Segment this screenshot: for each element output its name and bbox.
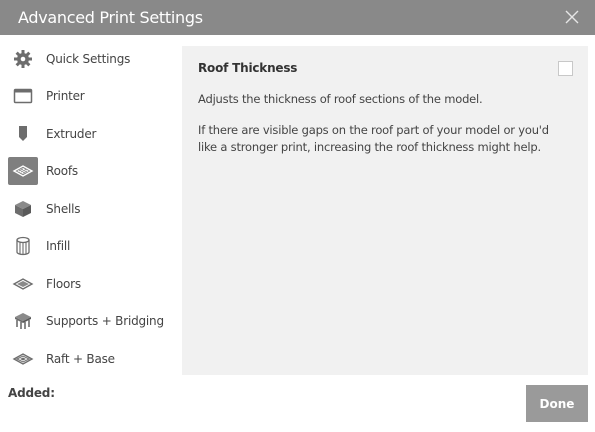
added-label: Added: — [8, 386, 55, 400]
sidebar-item-shells[interactable]: Shells — [0, 190, 182, 228]
sidebar-item-supports-bridging[interactable]: Supports + Bridging — [0, 303, 182, 341]
extruder-icon — [8, 120, 38, 148]
dialog-title: Advanced Print Settings — [18, 8, 203, 27]
sidebar-item-roofs[interactable]: Roofs — [0, 153, 182, 191]
sidebar-item-label: Extruder — [46, 126, 97, 141]
cube-icon — [8, 195, 38, 223]
sidebar-item-floors[interactable]: Floors — [0, 265, 182, 303]
advanced-print-settings-dialog: Advanced Print Settings Quick Settings P… — [0, 0, 595, 432]
close-icon[interactable] — [563, 8, 581, 26]
roof-layers-icon — [8, 157, 38, 186]
sidebar-item-label: Floors — [46, 276, 81, 291]
roof-thickness-checkbox[interactable] — [558, 61, 573, 76]
setting-detail-panel: Roof Thickness Adjusts the thickness of … — [182, 46, 588, 375]
sidebar-item-label: Infill — [46, 239, 71, 254]
settings-sidebar: Quick Settings Printer Extruder Roofs Sh… — [0, 35, 182, 377]
sidebar-item-printer[interactable]: Printer — [0, 78, 182, 116]
sidebar-item-quick-settings[interactable]: Quick Settings — [0, 40, 182, 78]
infill-cylinder-icon — [8, 232, 38, 260]
sidebar-item-label: Supports + Bridging — [46, 314, 164, 329]
title-bar: Advanced Print Settings — [0, 0, 595, 35]
gear-icon — [8, 45, 38, 73]
sidebar-item-raft-base[interactable]: Raft + Base — [0, 340, 182, 378]
printer-window-icon — [8, 82, 38, 110]
raft-layers-icon — [8, 345, 38, 373]
supports-icon — [8, 307, 38, 335]
setting-detail-text: If there are visible gaps on the roof pa… — [198, 123, 549, 154]
sidebar-item-label: Printer — [46, 89, 85, 104]
done-button[interactable]: Done — [526, 385, 588, 422]
floor-layers-icon — [8, 270, 38, 298]
sidebar-item-infill[interactable]: Infill — [0, 228, 182, 266]
sidebar-item-label: Raft + Base — [46, 351, 115, 366]
setting-description: Adjusts the thickness of roof sections o… — [198, 92, 483, 106]
setting-title: Roof Thickness — [198, 61, 298, 75]
sidebar-item-label: Quick Settings — [46, 51, 131, 66]
sidebar-item-extruder[interactable]: Extruder — [0, 115, 182, 153]
sidebar-item-label: Shells — [46, 201, 81, 216]
sidebar-item-label: Roofs — [46, 164, 78, 179]
